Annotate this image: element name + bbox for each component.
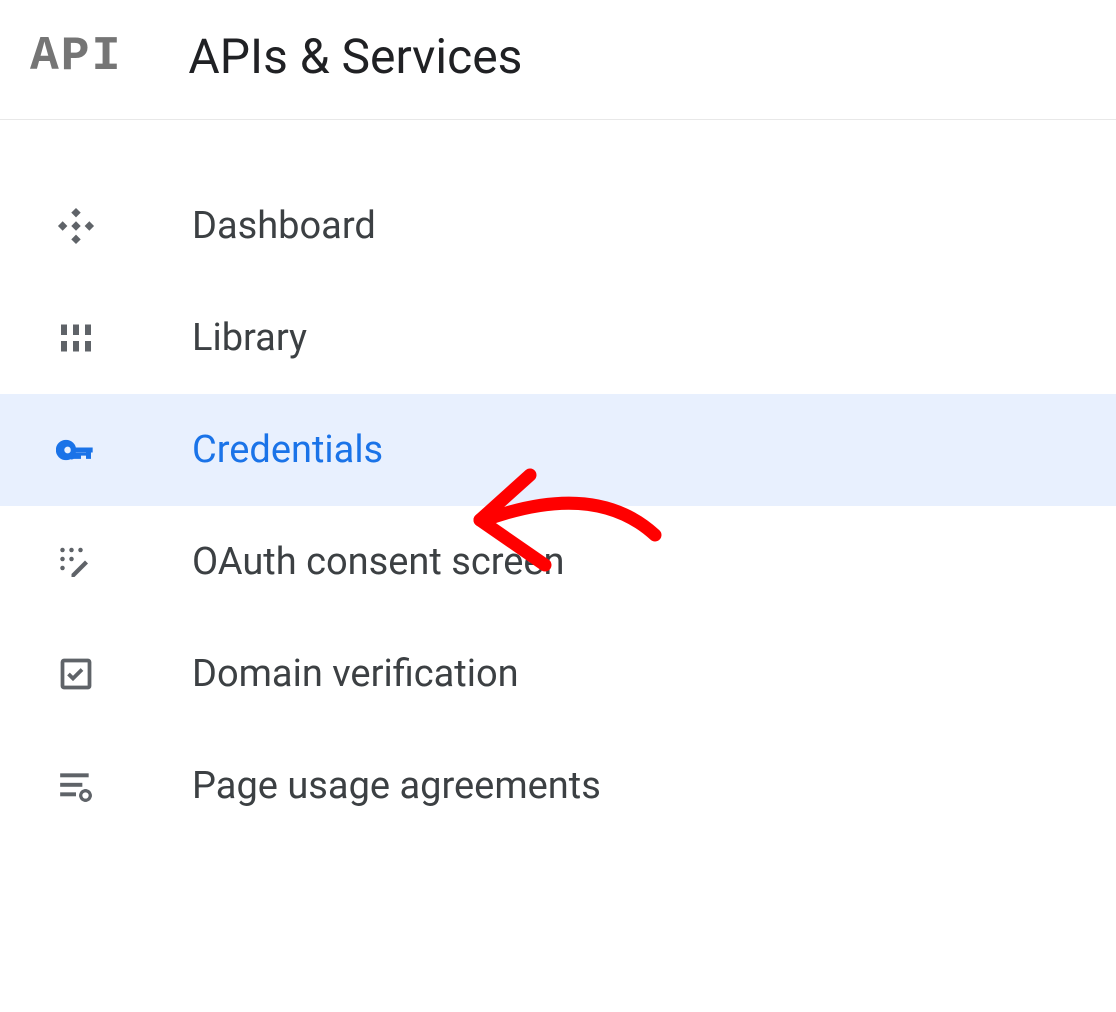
oauth-consent-icon	[56, 542, 96, 582]
nav-label: Dashboard	[192, 204, 376, 248]
sidebar-nav: Dashboard Library Credentials	[0, 120, 1116, 842]
nav-item-oauth-consent[interactable]: OAuth consent screen	[0, 506, 1116, 618]
nav-item-library[interactable]: Library	[0, 282, 1116, 394]
header: API APIs & Services	[0, 0, 1116, 120]
nav-label: Page usage agreements	[192, 764, 601, 808]
nav-label: OAuth consent screen	[192, 540, 565, 584]
library-icon	[56, 318, 96, 358]
api-dashboard-icon	[56, 206, 96, 246]
nav-label: Domain verification	[192, 652, 519, 696]
page-settings-icon	[56, 766, 96, 806]
api-logo: API	[30, 30, 122, 84]
nav-label: Library	[192, 316, 307, 360]
nav-item-dashboard[interactable]: Dashboard	[0, 170, 1116, 282]
nav-item-credentials[interactable]: Credentials	[0, 394, 1116, 506]
nav-item-domain-verification[interactable]: Domain verification	[0, 618, 1116, 730]
check-box-icon	[56, 654, 96, 694]
nav-item-page-usage[interactable]: Page usage agreements	[0, 730, 1116, 842]
key-icon	[56, 430, 96, 470]
page-title: APIs & Services	[188, 28, 522, 85]
nav-label: Credentials	[192, 428, 383, 472]
